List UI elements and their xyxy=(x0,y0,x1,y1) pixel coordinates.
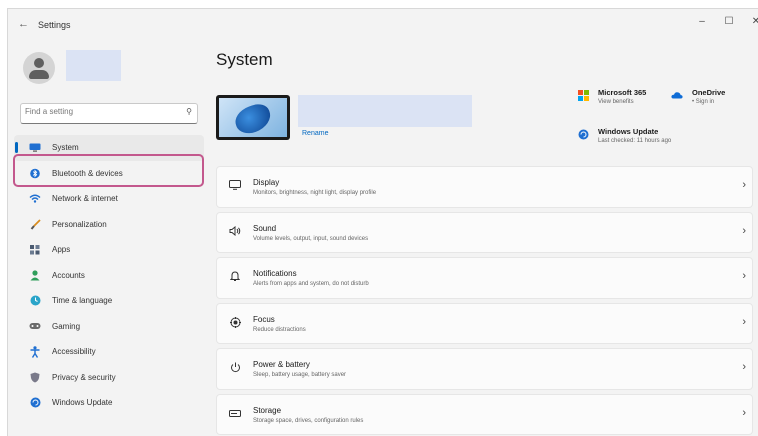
sidebar-item-time-language[interactable]: Time & language xyxy=(14,288,204,314)
windows-bloom-graphic xyxy=(231,100,275,138)
row-subtitle: Sleep, battery usage, battery saver xyxy=(253,372,347,378)
row-title: Display xyxy=(253,178,280,187)
sidebar-item-label: Gaming xyxy=(52,321,81,331)
wallpaper-preview xyxy=(219,98,287,138)
settings-row-storage[interactable]: Storage Storage space, drives, configura… xyxy=(216,393,753,435)
tile-text: Microsoft 365 View benefits xyxy=(598,88,646,105)
row-title: Power & battery xyxy=(253,360,310,369)
selection-indicator xyxy=(15,142,18,153)
sidebar-item-label: Accessibility xyxy=(52,347,96,357)
chevron-right-icon: › xyxy=(742,270,746,282)
chevron-right-icon: › xyxy=(742,315,746,328)
tile-subtitle: • Sign in xyxy=(692,99,715,105)
sidebar-item-accessibility[interactable]: Accessibility xyxy=(14,339,204,365)
microsoft-365-icon xyxy=(576,88,590,102)
apps-icon xyxy=(28,244,42,255)
sidebar-item-windows-update[interactable]: Windows Update xyxy=(14,390,204,416)
globe-clock-icon xyxy=(28,295,42,306)
tile-subtitle: Last checked: 11 hours ago xyxy=(598,138,672,144)
minimize-button[interactable]: – xyxy=(692,16,712,27)
sidebar-item-privacy-security[interactable]: Privacy & security xyxy=(14,365,204,391)
settings-row-focus[interactable]: Focus Reduce distractions › xyxy=(216,302,753,344)
sidebar-item-label: Personalization xyxy=(52,219,107,229)
monitor-icon xyxy=(28,143,42,153)
sidebar-item-label: Windows Update xyxy=(52,398,113,408)
tile-title: OneDrive xyxy=(692,88,726,97)
settings-list: Display Monitors, brightness, night ligh… xyxy=(216,166,753,436)
sidebar-item-gaming[interactable]: Gaming xyxy=(14,314,204,340)
row-subtitle: Storage space, drives, configuration rul… xyxy=(253,417,364,424)
settings-row-notifications[interactable]: Notifications Alerts from apps and syste… xyxy=(216,257,753,299)
device-name-redacted xyxy=(298,95,472,127)
bell-icon xyxy=(227,271,243,285)
row-title: Focus xyxy=(253,314,275,324)
back-arrow-icon[interactable]: ← xyxy=(18,18,29,30)
person-icon xyxy=(28,270,42,281)
sidebar-item-network[interactable]: Network & internet xyxy=(14,186,204,212)
sidebar-item-label: System xyxy=(52,143,79,153)
chevron-right-icon: › xyxy=(742,224,746,237)
sidebar-item-label: Privacy & security xyxy=(52,372,116,382)
settings-window: ← Settings – ☐ ✕ ⚲ System Bluetooth & de… xyxy=(7,8,758,436)
power-icon xyxy=(227,362,243,376)
display-icon xyxy=(227,180,243,193)
sidebar-item-label: Time & language xyxy=(52,296,113,306)
row-subtitle: Monitors, brightness, night light, displ… xyxy=(253,190,377,196)
sidebar-item-accounts[interactable]: Accounts xyxy=(14,263,204,289)
title-bar: ← Settings – ☐ ✕ xyxy=(8,9,758,41)
row-title: Notifications xyxy=(253,269,297,278)
sidebar-item-personalization[interactable]: Personalization xyxy=(14,212,204,238)
desktop-thumbnail[interactable] xyxy=(216,95,290,140)
tile-windows-update[interactable]: Windows Update Last checked: 11 hours ag… xyxy=(576,127,671,144)
windows-update-icon xyxy=(576,127,590,141)
storage-icon xyxy=(227,408,243,420)
wifi-icon xyxy=(28,194,42,204)
focus-icon xyxy=(227,316,243,331)
rename-link[interactable]: Rename xyxy=(302,130,328,137)
row-title: Sound xyxy=(253,223,277,233)
tile-text: Windows Update Last checked: 11 hours ag… xyxy=(598,127,671,144)
shield-icon xyxy=(28,372,42,383)
sidebar-item-label: Network & internet xyxy=(52,194,118,204)
tile-subtitle: View benefits xyxy=(598,99,634,105)
row-subtitle: Reduce distractions xyxy=(253,326,306,333)
tile-onedrive[interactable]: OneDrive • Sign in xyxy=(670,88,725,105)
update-icon xyxy=(28,397,42,408)
avatar[interactable] xyxy=(23,52,55,84)
avatar-body xyxy=(29,70,49,79)
user-name-redacted xyxy=(66,50,121,81)
onedrive-icon xyxy=(670,88,684,102)
chevron-right-icon: › xyxy=(742,406,746,419)
page-title: System xyxy=(216,50,273,69)
app-title: Settings xyxy=(38,20,71,30)
sidebar-item-label: Apps xyxy=(52,245,71,255)
gamepad-icon xyxy=(28,321,42,331)
avatar-head xyxy=(34,58,44,68)
tile-title: Windows Update xyxy=(598,127,659,136)
settings-row-display[interactable]: Display Monitors, brightness, night ligh… xyxy=(216,166,753,208)
tile-title: Microsoft 365 xyxy=(598,88,647,97)
chevron-right-icon: › xyxy=(742,361,746,373)
sidebar-item-label: Accounts xyxy=(52,270,85,280)
search-box[interactable]: ⚲ xyxy=(20,103,198,124)
bluetooth-highlight-box xyxy=(13,154,204,187)
speaker-icon xyxy=(227,225,243,239)
close-button[interactable]: ✕ xyxy=(746,16,758,27)
tile-microsoft-365[interactable]: Microsoft 365 View benefits xyxy=(576,88,646,105)
chevron-right-icon: › xyxy=(742,179,746,191)
search-input[interactable] xyxy=(25,107,175,116)
settings-row-sound[interactable]: Sound Volume levels, output, input, soun… xyxy=(216,211,753,253)
row-subtitle: Alerts from apps and system, do not dist… xyxy=(253,281,369,287)
maximize-button[interactable]: ☐ xyxy=(719,16,739,27)
search-icon[interactable]: ⚲ xyxy=(186,107,192,116)
row-title: Storage xyxy=(253,405,282,415)
row-subtitle: Volume levels, output, input, sound devi… xyxy=(253,235,369,242)
settings-row-power-battery[interactable]: Power & battery Sleep, battery usage, ba… xyxy=(216,348,753,390)
accessibility-icon xyxy=(28,345,42,358)
brush-icon xyxy=(28,219,42,230)
tile-text: OneDrive • Sign in xyxy=(692,88,725,105)
sidebar-item-apps[interactable]: Apps xyxy=(14,237,204,263)
